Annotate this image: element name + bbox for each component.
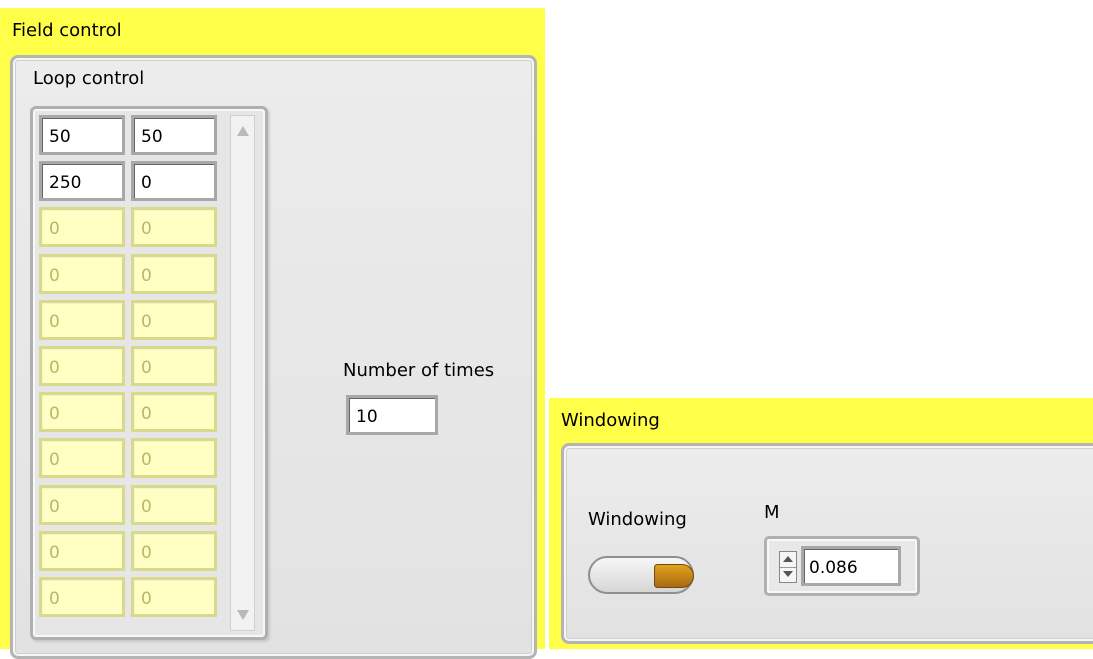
number-of-times-label: Number of times <box>343 360 495 381</box>
field-control-title: Field control <box>12 20 122 41</box>
array-cell-r4-c2[interactable]: 0 <box>131 300 217 340</box>
loop-control-label: Loop control <box>33 68 145 89</box>
array-cell-r1-c2[interactable]: 0 <box>131 161 217 201</box>
array-cell-r7-c2[interactable]: 0 <box>131 438 217 478</box>
windowing-title: Windowing <box>561 410 660 431</box>
array-cell-r7-c1[interactable]: 0 <box>39 438 125 478</box>
decrement-icon[interactable] <box>780 567 796 582</box>
field-control-pane: Field control Loop control 50 50 250 0 0 0 0 0 0… <box>0 8 545 659</box>
m-numeric-control: 0.086 <box>764 536 920 596</box>
array-cell-r8-c2[interactable]: 0 <box>131 485 217 525</box>
array-cell-r6-c1[interactable]: 0 <box>39 392 125 432</box>
array-cell-r9-c1[interactable]: 0 <box>39 531 125 571</box>
array-cell-r4-c1[interactable]: 0 <box>39 300 125 340</box>
toggle-knob-icon <box>654 564 694 588</box>
array-cell-r10-c2[interactable]: 0 <box>131 577 217 617</box>
array-cell-r0-c1[interactable]: 50 <box>39 115 125 155</box>
m-stepper[interactable] <box>779 551 797 583</box>
array-cell-r2-c1[interactable]: 0 <box>39 207 125 247</box>
windowing-toggle-label: Windowing <box>588 509 687 530</box>
array-cell-r3-c2[interactable]: 0 <box>131 254 217 294</box>
array-cell-r1-c1[interactable]: 250 <box>39 161 125 201</box>
array-cell-r6-c2[interactable]: 0 <box>131 392 217 432</box>
array-cell-r8-c1[interactable]: 0 <box>39 485 125 525</box>
windowing-toggle[interactable] <box>588 556 694 594</box>
array-cell-r10-c1[interactable]: 0 <box>39 577 125 617</box>
array-cell-r5-c1[interactable]: 0 <box>39 346 125 386</box>
array-cell-r2-c2[interactable]: 0 <box>131 207 217 247</box>
increment-icon[interactable] <box>780 552 796 568</box>
scroll-down-icon[interactable] <box>237 610 249 620</box>
array-scrollbar[interactable] <box>230 115 255 631</box>
windowing-frame: Windowing M 0.086 <box>561 443 1093 644</box>
windowing-pane: Windowing Windowing M 0.086 <box>549 398 1093 649</box>
array-cell-r3-c1[interactable]: 0 <box>39 254 125 294</box>
loop-control-frame: Loop control 50 50 250 0 0 0 0 0 0 0 0 0 0 0 0 0 0 0 0 0 0 0 … <box>10 55 537 659</box>
number-of-times-input[interactable]: 10 <box>346 395 438 435</box>
array-cell-r5-c2[interactable]: 0 <box>131 346 217 386</box>
m-label: M <box>764 502 780 523</box>
loop-control-array: 50 50 250 0 0 0 0 0 0 0 0 0 0 0 0 0 0 0 0 0 0 0 <box>30 106 268 640</box>
array-cell-r9-c2[interactable]: 0 <box>131 531 217 571</box>
scroll-up-icon[interactable] <box>237 126 249 136</box>
array-cell-r0-c2[interactable]: 50 <box>131 115 217 155</box>
m-input[interactable]: 0.086 <box>801 546 901 586</box>
